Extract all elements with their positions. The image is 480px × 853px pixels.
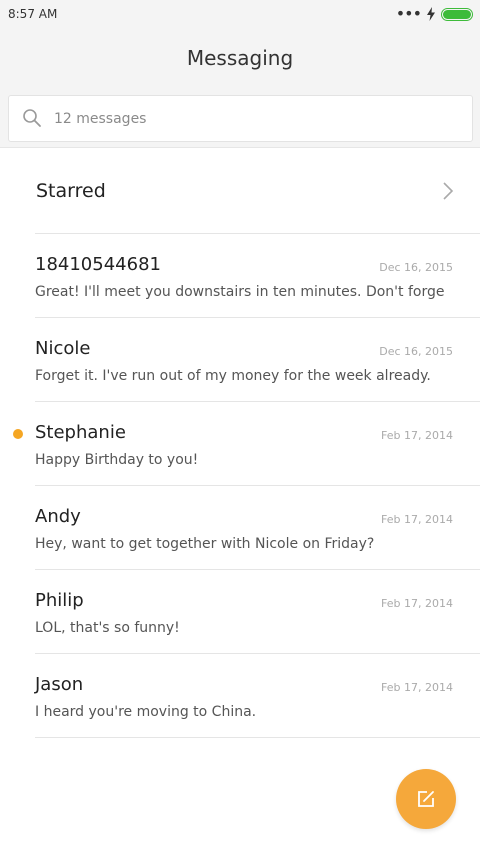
conversation-row[interactable]: Stephanie Feb 17, 2014 Happy Birthday to… — [0, 402, 480, 486]
message-date: Dec 16, 2015 — [379, 345, 453, 358]
row-divider — [35, 737, 480, 738]
contact-name: 18410544681 — [35, 254, 161, 275]
message-date: Feb 17, 2014 — [381, 597, 453, 610]
contact-name: Nicole — [35, 338, 91, 359]
compose-icon — [418, 791, 434, 807]
conversation-row[interactable]: Nicole Dec 16, 2015 Forget it. I've run … — [0, 318, 480, 402]
unread-dot-icon — [13, 429, 23, 439]
charging-bolt-icon — [427, 7, 435, 21]
message-preview: Hey, want to get together with Nicole on… — [35, 536, 375, 552]
conversation-row[interactable]: Andy Feb 17, 2014 Hey, want to get toget… — [0, 486, 480, 570]
message-preview: LOL, that's so funny! — [35, 620, 180, 636]
message-date: Feb 17, 2014 — [381, 681, 453, 694]
message-date: Dec 16, 2015 — [379, 261, 453, 274]
more-dots-icon: ••• — [395, 4, 422, 23]
compose-button[interactable] — [396, 769, 456, 829]
starred-label: Starred — [36, 180, 106, 202]
chevron-right-icon — [443, 182, 454, 200]
battery-icon — [441, 7, 473, 21]
message-preview: Happy Birthday to you! — [35, 452, 199, 468]
message-date: Feb 17, 2014 — [381, 513, 453, 526]
app-header: Messaging — [0, 30, 480, 148]
message-preview: Forget it. I've run out of my money for … — [35, 368, 431, 384]
contact-name: Stephanie — [35, 422, 126, 443]
message-preview: I heard you're moving to China. — [35, 704, 257, 720]
status-icons: ••• — [396, 6, 473, 22]
conversation-list: 18410544681 Dec 16, 2015 Great! I'll mee… — [0, 234, 480, 738]
contact-name: Jason — [35, 674, 84, 695]
search-input[interactable] — [54, 106, 454, 132]
status-time: 8:57 AM — [8, 7, 58, 21]
contact-name: Philip — [35, 590, 84, 611]
conversation-row[interactable]: 18410544681 Dec 16, 2015 Great! I'll mee… — [0, 234, 480, 318]
conversation-row[interactable]: Jason Feb 17, 2014 I heard you're moving… — [0, 654, 480, 738]
message-preview: Great! I'll meet you downstairs in ten m… — [35, 284, 445, 300]
contact-name: Andy — [35, 506, 81, 527]
message-date: Feb 17, 2014 — [381, 429, 453, 442]
status-bar: 8:57 AM ••• — [0, 0, 480, 30]
battery-fill — [443, 9, 471, 19]
conversation-row[interactable]: Philip Feb 17, 2014 LOL, that's so funny… — [0, 570, 480, 654]
page-title: Messaging — [186, 46, 294, 70]
search-icon — [23, 109, 41, 127]
starred-row[interactable]: Starred — [0, 150, 480, 234]
search-box[interactable] — [8, 95, 473, 142]
